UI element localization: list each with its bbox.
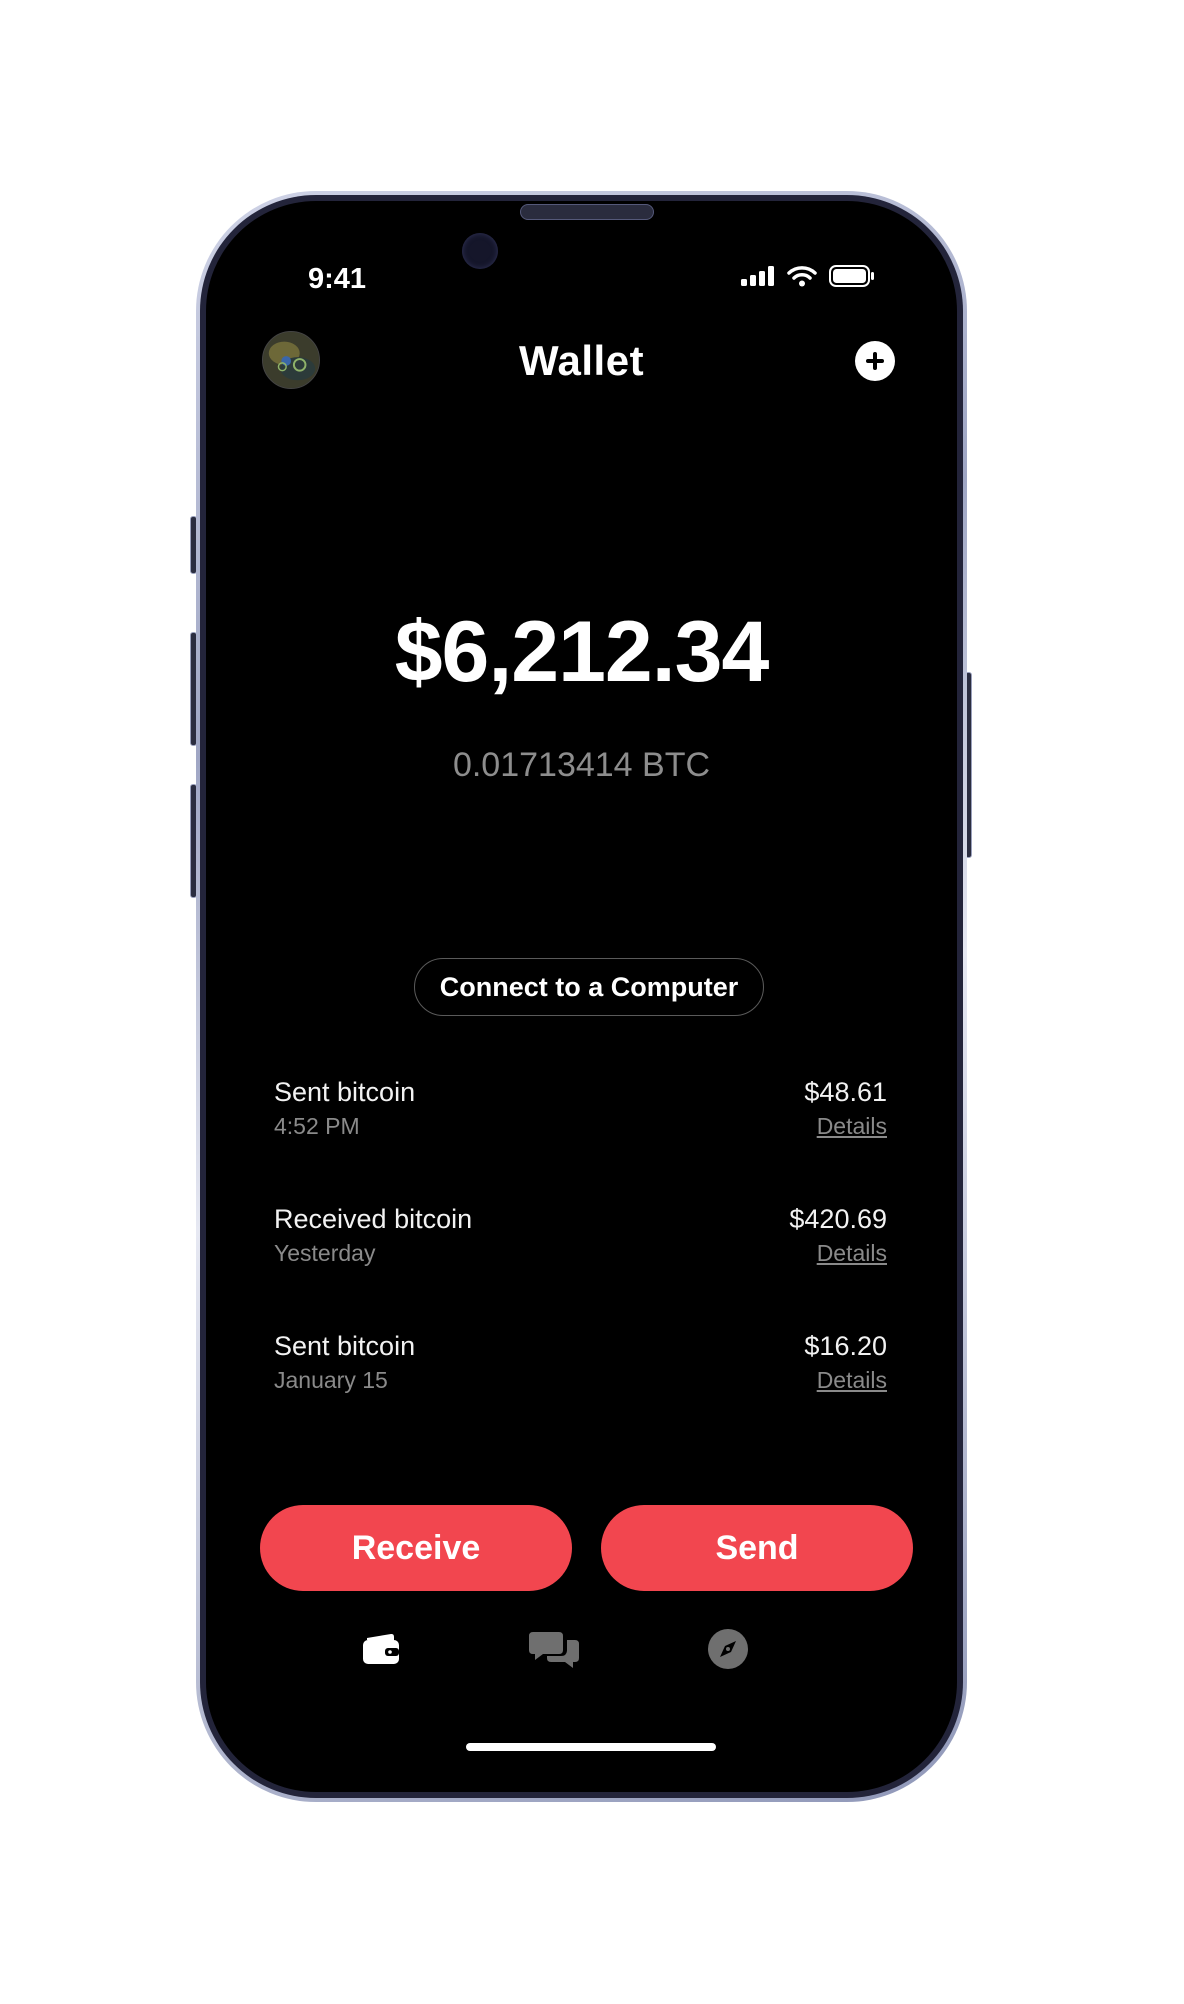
transaction-row[interactable]: Sent bitcoin 4:52 PM $48.61 Details bbox=[274, 1077, 887, 1204]
transaction-details-link[interactable]: Details bbox=[817, 1240, 887, 1267]
transaction-row[interactable]: Received bitcoin Yesterday $420.69 Detai… bbox=[274, 1204, 887, 1331]
connect-computer-button[interactable]: Connect to a Computer bbox=[414, 958, 764, 1016]
transaction-title: Sent bitcoin bbox=[274, 1077, 416, 1107]
balance-usd: $6,212.34 bbox=[394, 604, 770, 700]
phone-frame: 9:41 Wallet $6,212.34 0.01713414 BTC Con… bbox=[196, 191, 967, 1802]
wallet-icon bbox=[363, 1633, 399, 1664]
front-camera bbox=[462, 233, 498, 269]
receive-button[interactable]: Receive bbox=[260, 1505, 572, 1591]
balance-btc: 0.01713414 BTC bbox=[452, 746, 711, 784]
transaction-amount: $48.61 bbox=[804, 1077, 887, 1107]
add-wallet-button[interactable] bbox=[855, 341, 895, 381]
transaction-amount: $16.20 bbox=[804, 1331, 887, 1361]
tab-explore[interactable] bbox=[700, 1621, 756, 1677]
transaction-title: Received bitcoin bbox=[274, 1204, 473, 1234]
earpiece-speaker bbox=[520, 204, 654, 220]
device-mockup: 9:41 Wallet $6,212.34 0.01713414 BTC Con… bbox=[0, 0, 1184, 2004]
compass-icon bbox=[708, 1629, 748, 1669]
wifi-icon bbox=[787, 266, 817, 287]
send-button[interactable]: Send bbox=[601, 1505, 913, 1591]
tab-wallet[interactable] bbox=[353, 1621, 409, 1677]
status-time: 9:41 bbox=[308, 263, 367, 295]
battery-icon bbox=[829, 265, 874, 287]
transaction-time: January 15 bbox=[274, 1367, 388, 1393]
transaction-amount: $420.69 bbox=[789, 1204, 887, 1234]
transaction-time: 4:52 PM bbox=[274, 1113, 360, 1139]
transaction-time: Yesterday bbox=[274, 1240, 376, 1266]
plus-icon bbox=[866, 352, 884, 370]
transaction-details-link[interactable]: Details bbox=[817, 1367, 887, 1394]
chat-icon bbox=[529, 1632, 579, 1668]
phone-screen: 9:41 Wallet $6,212.34 0.01713414 BTC Con… bbox=[206, 201, 957, 1792]
transaction-list: Sent bitcoin 4:52 PM $48.61 Details Rece… bbox=[274, 1077, 887, 1458]
transaction-details-link[interactable]: Details bbox=[817, 1113, 887, 1140]
status-icons bbox=[741, 265, 875, 287]
page-title: Wallet bbox=[518, 337, 645, 384]
transaction-title: Sent bitcoin bbox=[274, 1331, 416, 1361]
home-indicator[interactable] bbox=[466, 1743, 716, 1751]
tab-chat[interactable] bbox=[526, 1621, 582, 1677]
transaction-row[interactable]: Sent bitcoin January 15 $16.20 Details bbox=[274, 1331, 887, 1458]
cellular-signal-icon bbox=[741, 266, 774, 286]
phone-bezel: 9:41 Wallet $6,212.34 0.01713414 BTC Con… bbox=[200, 195, 963, 1798]
